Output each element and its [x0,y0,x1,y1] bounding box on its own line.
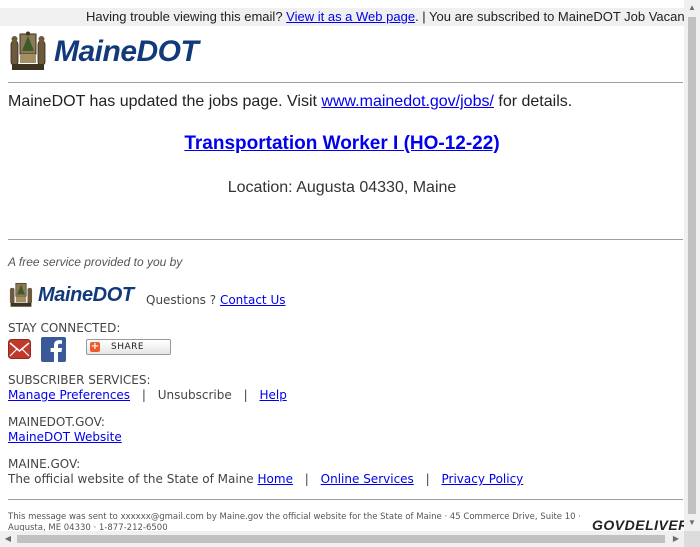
notice-suffix: . | You are subscribed to MaineDOT Job V… [415,9,684,24]
home-link[interactable]: Home [258,472,293,486]
scroll-down-icon[interactable]: ▼ [684,515,700,531]
job-title-link[interactable]: Transportation Worker I (HO-12-22) [184,133,499,154]
mainedot-website-line: MaineDOT Website [8,430,122,444]
scrollbar-corner [684,531,700,547]
maine-gov-links: The official website of the State of Mai… [8,472,523,486]
subscriber-services-label: SUBSCRIBER SERVICES: [8,373,151,387]
mainedot-gov-label: MAINEDOT.GOV: [8,415,105,429]
separator: | [243,388,248,402]
share-button[interactable]: + SHARE [86,339,171,355]
footer-logo: MaineDOT [8,281,134,309]
facebook-icon[interactable] [41,337,66,362]
header-divider [8,82,683,83]
maine-gov-label: MAINE.GOV: [8,457,81,471]
notice-bar: Having trouble viewing this email? View … [0,8,684,26]
plus-icon: + [90,341,100,352]
questions-line: Questions ? Contact Us [146,293,285,307]
intro-suffix: for details. [498,93,573,110]
maine-seal-icon [10,31,46,70]
horizontal-scrollbar[interactable]: ◀ ▶ [0,531,684,547]
mainedot-website-link[interactable]: MaineDOT Website [8,430,122,444]
govdelivery-logo[interactable]: GOVDELIVERY [592,517,684,531]
vertical-scroll-thumb[interactable] [688,17,696,514]
scroll-right-icon[interactable]: ▶ [668,531,684,547]
content-divider [8,239,683,240]
small-print: This message was sent to xxxxxx@gmail.co… [8,512,581,531]
free-service-text: A free service provided to you by [8,255,183,269]
share-label: SHARE [111,342,145,352]
email-icon[interactable] [8,337,31,361]
separator: | [141,388,146,402]
online-services-link[interactable]: Online Services [321,472,414,486]
intro-message: MaineDOT has updated the jobs page. Visi… [8,93,317,110]
intro-text: MaineDOT has updated the jobs page. Visi… [8,93,572,111]
job-location: Location: Augusta 04330, Maine [227,179,457,196]
header-logo: MaineDOT [8,30,199,74]
vertical-scrollbar[interactable]: ▲ ▼ [684,0,700,531]
job-title-wrapper: Transportation Worker I (HO-12-22) [0,133,684,155]
privacy-policy-link[interactable]: Privacy Policy [442,472,524,486]
separator: | [304,472,309,486]
contact-us-link[interactable]: Contact Us [220,293,286,307]
maine-seal-small-icon [9,282,33,307]
unsubscribe-text[interactable]: Unsubscribe [158,388,232,402]
email-viewport: Having trouble viewing this email? View … [0,0,684,531]
jobs-page-link[interactable]: www.mainedot.gov/jobs/ [321,93,494,110]
horizontal-scroll-thumb[interactable] [17,535,665,543]
manage-preferences-link[interactable]: Manage Preferences [8,388,130,402]
footer-divider [8,499,683,500]
mainedot-brand: MaineDOT [54,35,199,68]
scroll-up-icon[interactable]: ▲ [684,0,700,16]
official-site-text: The official website of the State of Mai… [8,472,254,486]
stay-connected-label: STAY CONNECTED: [8,321,121,335]
notice-prefix: Having trouble viewing this email? [86,9,283,24]
help-link[interactable]: Help [259,388,286,402]
view-as-web-page-link[interactable]: View it as a Web page [286,9,415,24]
separator: | [425,472,430,486]
footer-brand: MaineDOT [38,283,134,306]
subscriber-links: Manage Preferences | Unsubscribe | Help [8,388,287,402]
questions-label: Questions ? [146,293,217,307]
scroll-left-icon[interactable]: ◀ [0,531,16,547]
